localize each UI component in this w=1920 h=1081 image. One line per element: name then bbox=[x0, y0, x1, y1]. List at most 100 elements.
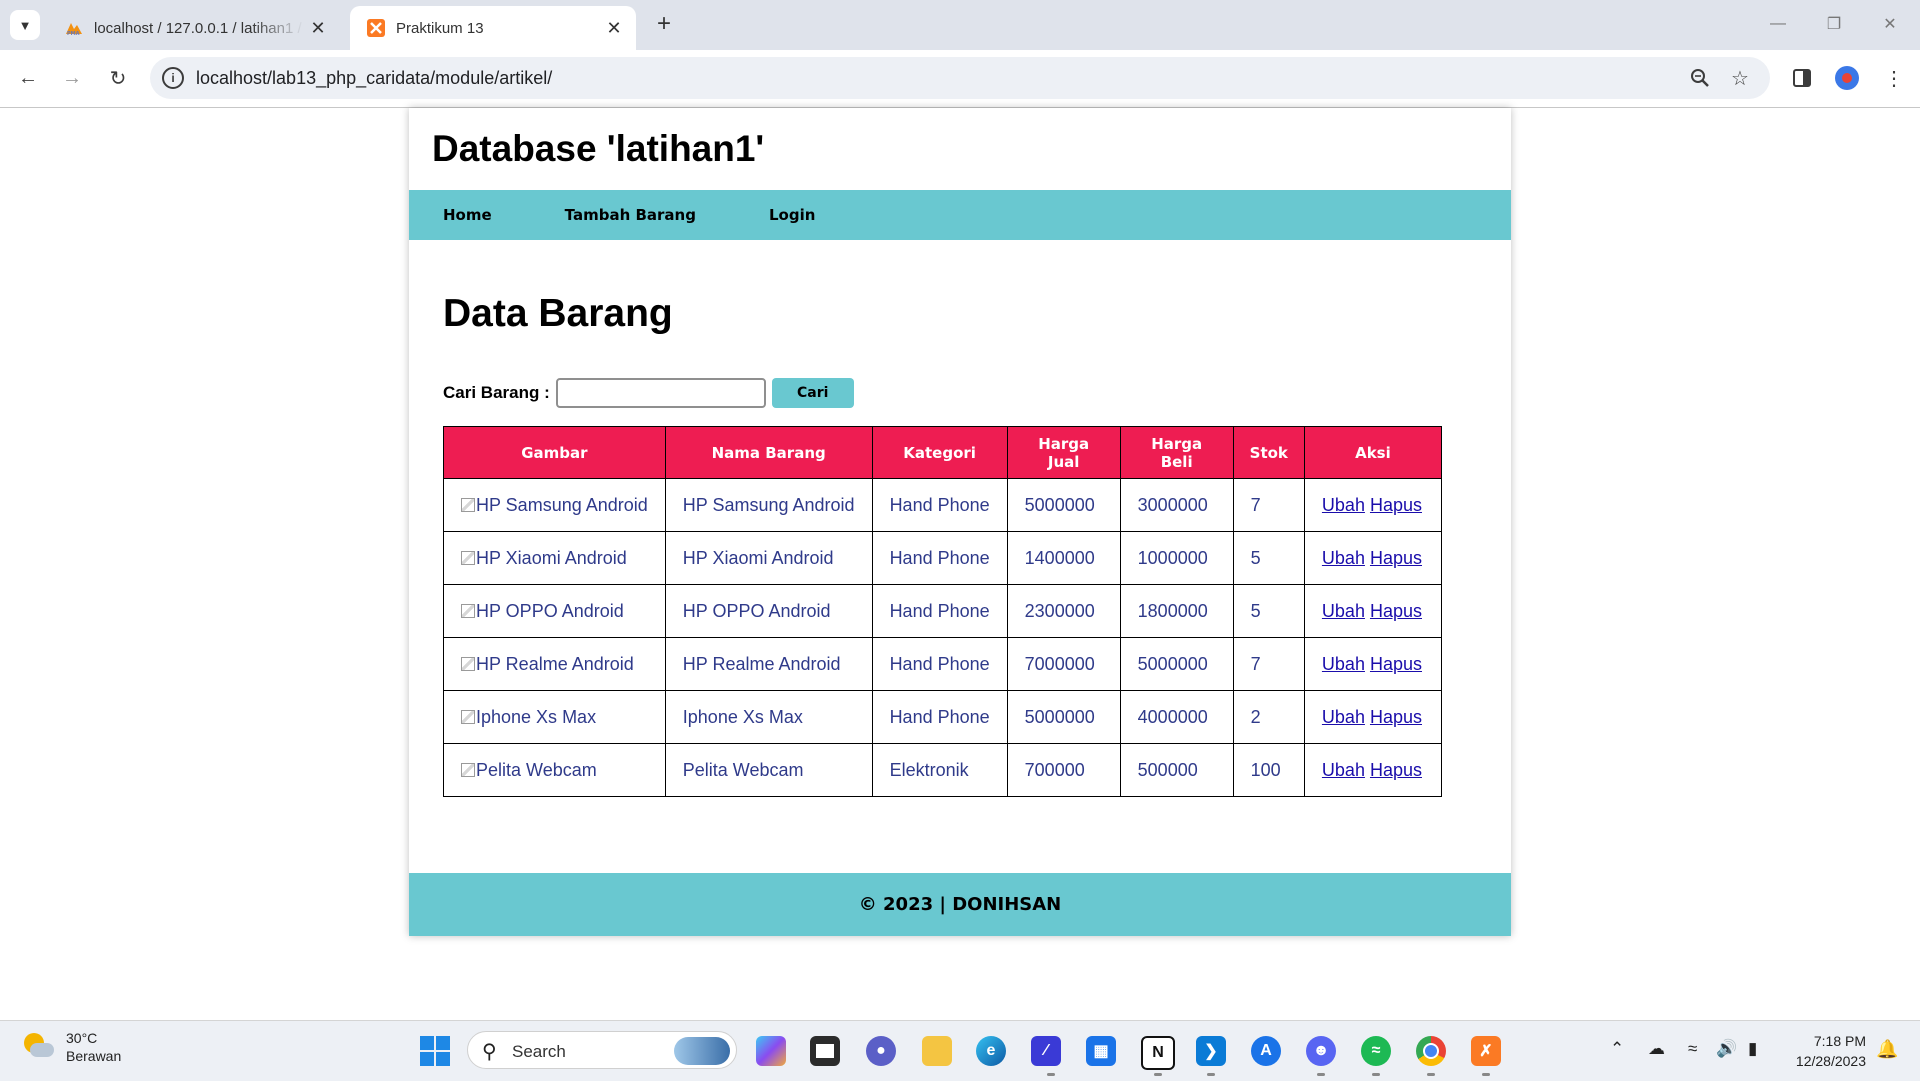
nav-home[interactable]: Home bbox=[443, 206, 492, 224]
ubah-link[interactable]: Ubah bbox=[1322, 601, 1365, 621]
image-alt-text: HP Samsung Android bbox=[476, 494, 648, 515]
chrome-icon[interactable] bbox=[1416, 1036, 1446, 1066]
profile-avatar-icon[interactable] bbox=[1835, 66, 1859, 90]
image-alt-text: HP Realme Android bbox=[476, 653, 634, 674]
notion-icon[interactable]: N bbox=[1141, 1036, 1175, 1070]
running-indicator bbox=[1317, 1073, 1325, 1076]
system-clock[interactable]: 7:18 PM 12/28/2023 bbox=[1784, 1031, 1866, 1071]
site-title: Database 'latihan1' bbox=[432, 128, 765, 169]
cell-kategori: Elektronik bbox=[871, 743, 1008, 797]
spotify-icon[interactable]: ≈ bbox=[1361, 1036, 1391, 1066]
tab-search-button[interactable]: ▼ bbox=[10, 10, 40, 40]
ubah-link[interactable]: Ubah bbox=[1322, 548, 1365, 568]
new-tab-plus-icon[interactable]: + bbox=[650, 10, 678, 38]
onedrive-cloud-icon[interactable]: ☁ bbox=[1648, 1039, 1665, 1059]
nav-tambah-barang[interactable]: Tambah Barang bbox=[565, 206, 696, 224]
edge-icon[interactable]: e bbox=[976, 1036, 1006, 1066]
notification-bell-icon[interactable]: 🔔 bbox=[1876, 1039, 1898, 1060]
bookmark-star-icon[interactable]: ☆ bbox=[1728, 66, 1752, 90]
side-panel-icon[interactable] bbox=[1788, 64, 1816, 92]
weather-temp: 30°C bbox=[66, 1030, 98, 1046]
tab-title: Praktikum 13 bbox=[396, 19, 484, 37]
site-footer: © 2023 | DONIHSAN bbox=[409, 873, 1511, 936]
cell-harga-jual: 5000000 bbox=[1006, 690, 1121, 744]
copilot-icon[interactable] bbox=[756, 1036, 786, 1066]
weather-widget[interactable]: 30°C Berawan bbox=[22, 1029, 121, 1065]
cell-aksi: Ubah Hapus bbox=[1303, 637, 1442, 691]
product-image: Iphone Xs Max bbox=[443, 690, 666, 744]
running-indicator bbox=[1372, 1073, 1380, 1076]
app-icon[interactable]: A bbox=[1251, 1036, 1281, 1066]
terminal-icon[interactable] bbox=[810, 1036, 840, 1066]
zoom-icon[interactable] bbox=[1688, 66, 1712, 90]
volume-icon[interactable]: 🔊 bbox=[1716, 1039, 1737, 1059]
cell-aksi: Ubah Hapus bbox=[1303, 584, 1442, 638]
cell-harga-beli: 4000000 bbox=[1119, 690, 1234, 744]
site-info-icon[interactable]: i bbox=[162, 67, 184, 89]
hapus-link[interactable]: Hapus bbox=[1370, 601, 1422, 621]
page-container: Database 'latihan1' Home Tambah Barang L… bbox=[409, 108, 1511, 936]
discord-icon[interactable]: ☻ bbox=[1306, 1036, 1336, 1066]
cell-harga-jual: 700000 bbox=[1006, 743, 1121, 797]
hapus-link[interactable]: Hapus bbox=[1370, 654, 1422, 674]
store-icon[interactable]: ▦ bbox=[1086, 1036, 1116, 1066]
chevron-up-icon[interactable]: ⌃ bbox=[1610, 1039, 1624, 1059]
vscode-icon[interactable]: ❯ bbox=[1196, 1036, 1226, 1066]
address-bar[interactable]: i localhost/lab13_php_caridata/module/ar… bbox=[150, 57, 1770, 99]
running-indicator bbox=[1427, 1073, 1435, 1076]
menu-kebab-icon[interactable]: ⋮ bbox=[1880, 64, 1908, 92]
search-input[interactable] bbox=[555, 378, 766, 408]
image-alt-text: Pelita Webcam bbox=[476, 759, 597, 780]
editor-icon[interactable]: ∕ bbox=[1031, 1036, 1061, 1066]
ubah-link[interactable]: Ubah bbox=[1322, 707, 1365, 727]
chat-icon[interactable]: ● bbox=[866, 1036, 896, 1066]
battery-icon[interactable]: ▮ bbox=[1748, 1039, 1757, 1059]
file-explorer-icon[interactable] bbox=[922, 1036, 952, 1066]
hapus-link[interactable]: Hapus bbox=[1370, 495, 1422, 515]
cell-kategori: Hand Phone bbox=[871, 690, 1008, 744]
cell-stok: 5 bbox=[1232, 531, 1305, 585]
hapus-link[interactable]: Hapus bbox=[1370, 707, 1422, 727]
product-image: HP Samsung Android bbox=[443, 478, 666, 532]
cell-nama: Iphone Xs Max bbox=[664, 690, 873, 744]
broken-image-icon bbox=[461, 709, 475, 724]
wifi-icon[interactable]: ≈ bbox=[1688, 1039, 1697, 1059]
windows-start-icon[interactable] bbox=[420, 1036, 450, 1066]
browser-tab-bar: ▼ PMA localhost / 127.0.0.1 / latihan1 /… bbox=[0, 0, 1920, 50]
hapus-link[interactable]: Hapus bbox=[1370, 548, 1422, 568]
ubah-link[interactable]: Ubah bbox=[1322, 760, 1365, 780]
taskbar-search[interactable]: ⚲ Search bbox=[467, 1031, 737, 1069]
broken-image-icon bbox=[461, 550, 475, 565]
svg-text:PMA: PMA bbox=[67, 31, 80, 36]
cell-nama: HP Samsung Android bbox=[664, 478, 873, 532]
header-nama-barang: Nama Barang bbox=[664, 426, 873, 479]
cell-aksi: Ubah Hapus bbox=[1303, 690, 1442, 744]
header-gambar: Gambar bbox=[443, 426, 666, 479]
close-icon[interactable]: ✕ bbox=[304, 14, 332, 42]
search-icon: ⚲ bbox=[482, 1041, 497, 1063]
close-window-icon[interactable]: ✕ bbox=[1870, 12, 1910, 36]
tab-praktikum[interactable]: Praktikum 13 ✕ bbox=[350, 6, 636, 50]
ubah-link[interactable]: Ubah bbox=[1322, 654, 1365, 674]
reload-icon[interactable]: ↻ bbox=[102, 62, 134, 94]
cell-kategori: Hand Phone bbox=[871, 637, 1008, 691]
running-indicator bbox=[1154, 1073, 1162, 1076]
cell-nama: HP Realme Android bbox=[664, 637, 873, 691]
site-header: Database 'latihan1' bbox=[409, 108, 1511, 190]
tab-phpmyadmin[interactable]: PMA localhost / 127.0.0.1 / latihan1 / ✕ bbox=[48, 6, 340, 50]
nav-login[interactable]: Login bbox=[769, 206, 815, 224]
close-icon[interactable]: ✕ bbox=[600, 14, 628, 42]
hapus-link[interactable]: Hapus bbox=[1370, 760, 1422, 780]
xampp-icon[interactable]: ✗ bbox=[1471, 1036, 1501, 1066]
minimize-icon[interactable]: — bbox=[1758, 12, 1798, 36]
cell-kategori: Hand Phone bbox=[871, 531, 1008, 585]
restore-icon[interactable]: ❐ bbox=[1814, 12, 1854, 36]
forward-arrow-icon[interactable]: → bbox=[56, 62, 88, 94]
back-arrow-icon[interactable]: ← bbox=[12, 62, 44, 94]
url-text[interactable]: localhost/lab13_php_caridata/module/arti… bbox=[196, 68, 552, 89]
header-harga-jual: Harga Jual bbox=[1006, 426, 1121, 479]
product-image: HP OPPO Android bbox=[443, 584, 666, 638]
ubah-link[interactable]: Ubah bbox=[1322, 495, 1365, 515]
search-button[interactable]: Cari bbox=[771, 378, 854, 408]
tab-title: localhost / 127.0.0.1 / latihan1 / bbox=[94, 19, 302, 37]
